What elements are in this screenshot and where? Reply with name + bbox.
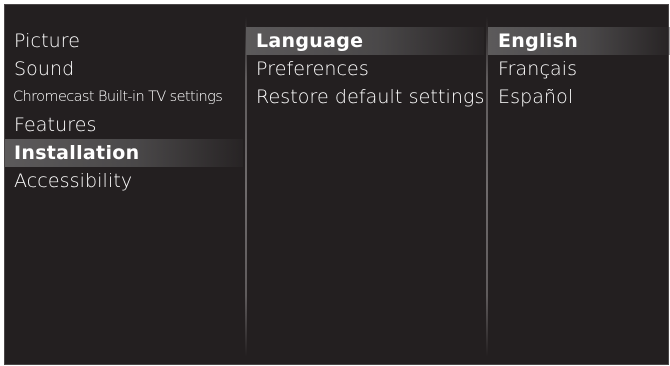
menu-item-picture[interactable]: Picture <box>5 27 243 55</box>
menu-item-features[interactable]: Features <box>5 111 243 139</box>
installation-menu-column: Language Preferences Restore default set… <box>246 5 484 364</box>
tv-settings-screen: Picture Sound Chromecast Built-in TV set… <box>4 4 670 365</box>
menu-item-restore-default-settings[interactable]: Restore default settings <box>246 83 484 111</box>
menu-item-accessibility[interactable]: Accessibility <box>5 167 243 195</box>
menu-item-preferences[interactable]: Preferences <box>246 55 484 83</box>
menu-item-sound[interactable]: Sound <box>5 55 243 83</box>
menu-item-chromecast-settings[interactable]: Chromecast Built-in TV settings <box>5 83 243 111</box>
language-options-column: English Français Español <box>488 5 670 364</box>
main-menu: Picture Sound Chromecast Built-in TV set… <box>5 27 243 195</box>
language-option-english[interactable]: English <box>488 27 670 55</box>
language-options-menu: English Français Español <box>488 27 670 111</box>
language-option-espanol[interactable]: Español <box>488 83 670 111</box>
menu-item-installation[interactable]: Installation <box>5 139 243 167</box>
language-option-francais[interactable]: Français <box>488 55 670 83</box>
menu-item-language[interactable]: Language <box>246 27 484 55</box>
installation-menu: Language Preferences Restore default set… <box>246 27 484 111</box>
main-menu-column: Picture Sound Chromecast Built-in TV set… <box>5 5 243 364</box>
